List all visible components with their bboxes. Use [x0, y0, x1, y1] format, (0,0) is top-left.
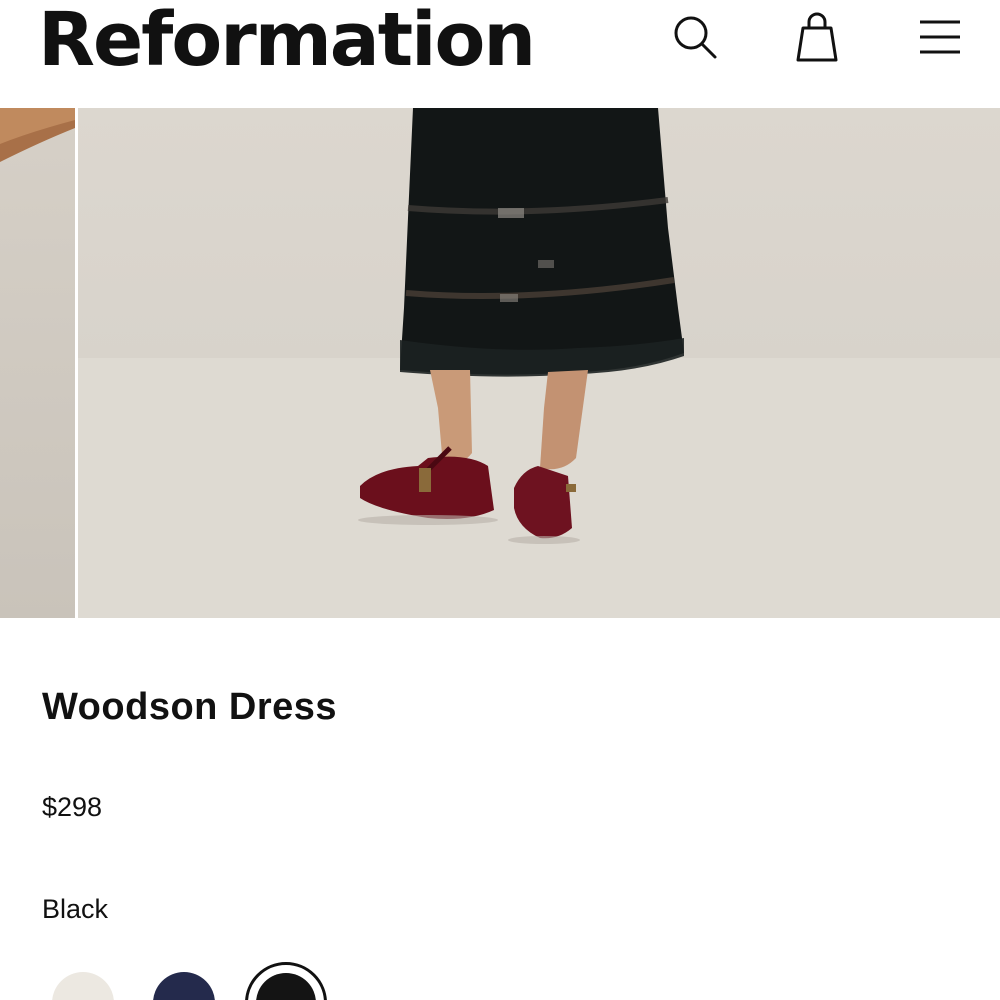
hamburger-menu-icon	[914, 14, 964, 60]
site-header: Reformation	[0, 0, 1000, 108]
shopping-bag-icon	[792, 10, 842, 64]
main-product-image[interactable]	[78, 108, 1000, 618]
color-swatch-black-selected[interactable]	[245, 962, 327, 1000]
color-swatch-ivory[interactable]	[52, 972, 114, 1000]
shopping-bag-button[interactable]	[792, 10, 842, 64]
product-price: $298	[42, 792, 103, 822]
product-page: Reformation Woodson Dress $298 Black	[0, 0, 1000, 1000]
color-swatch-navy[interactable]	[153, 972, 215, 1000]
search-icon	[670, 12, 720, 62]
previous-product-image[interactable]	[0, 108, 75, 618]
search-button[interactable]	[670, 12, 720, 62]
menu-button[interactable]	[914, 14, 964, 60]
selected-color-label: Black	[42, 894, 109, 924]
brand-logo[interactable]: Reformation	[38, 0, 536, 82]
product-image-gallery[interactable]	[0, 108, 1000, 618]
color-swatch-black	[256, 973, 316, 1000]
product-title: Woodson Dress	[42, 686, 338, 728]
